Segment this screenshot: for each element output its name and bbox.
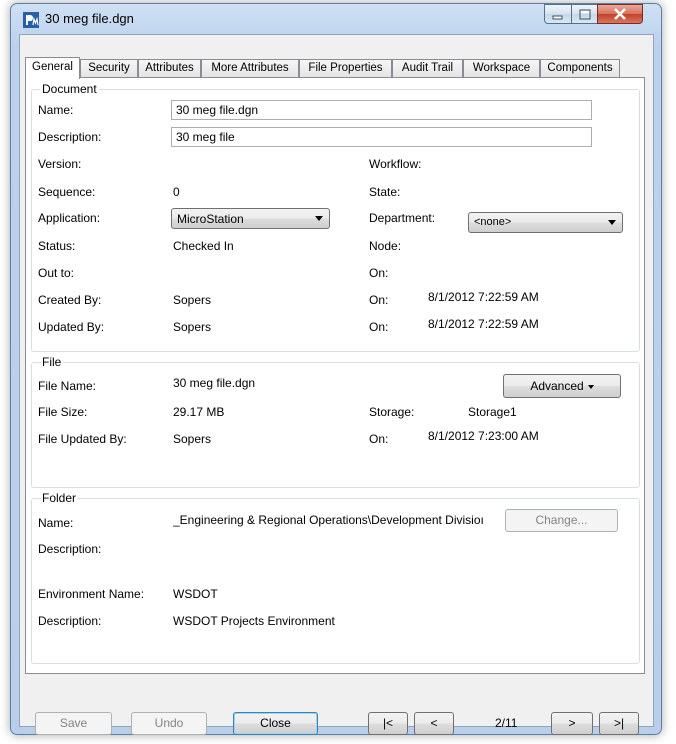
department-value: <none> <box>474 216 512 228</box>
maximize-button[interactable] <box>571 4 598 24</box>
tab-components[interactable]: Components <box>540 59 620 78</box>
tab-attributes[interactable]: Attributes <box>138 59 201 78</box>
window-title: 30 meg file.dgn <box>45 11 134 26</box>
advanced-button[interactable]: Advanced <box>503 374 621 398</box>
file-legend: File <box>40 355 64 369</box>
updated-by-label: Updated By: <box>38 320 105 334</box>
folder-legend: Folder <box>40 491 79 505</box>
environment-name-value: WSDOT <box>173 587 218 601</box>
folder-description-label: Description: <box>38 542 102 556</box>
sequence-label: Sequence: <box>38 185 96 199</box>
file-name-label: File Name: <box>38 379 97 393</box>
close-icon <box>614 8 626 20</box>
tab-more-attributes[interactable]: More Attributes <box>201 59 299 78</box>
file-size-label: File Size: <box>38 405 88 419</box>
folder-name-label: Name: <box>38 516 74 530</box>
close-window-button[interactable] <box>597 4 643 24</box>
undo-button[interactable]: Undo <box>131 712 207 735</box>
sequence-value: 0 <box>173 185 180 199</box>
environment-name-label: Environment Name: <box>38 587 145 601</box>
tab-workspace[interactable]: Workspace <box>463 59 540 78</box>
application-value: MicroStation <box>177 212 244 226</box>
previous-record-button[interactable]: < <box>414 712 454 735</box>
state-label: State: <box>369 185 401 199</box>
advanced-button-label: Advanced <box>530 379 584 393</box>
application-dropdown[interactable]: MicroStation <box>171 208 330 229</box>
created-on-label: On: <box>369 293 389 307</box>
updated-on-label: On: <box>369 320 389 334</box>
created-by-value: Sopers <box>173 293 212 307</box>
next-record-button[interactable]: > <box>551 712 593 735</box>
dialog-client: General Security Attributes More Attribu… <box>19 34 654 735</box>
properties-window: 30 meg file.dgn General Security Attribu… <box>10 3 662 735</box>
file-group: File File Name: 30 meg file.dgn Advanced… <box>31 355 640 488</box>
record-position: 2/11 <box>495 716 518 730</box>
document-group: Document Name: 30 meg file.dgn Descripti… <box>31 82 640 352</box>
file-updated-by-value: Sopers <box>173 432 212 446</box>
first-record-button[interactable]: |< <box>368 712 408 735</box>
close-button[interactable]: Close <box>233 712 318 735</box>
name-field[interactable]: 30 meg file.dgn <box>171 100 592 120</box>
tab-file-properties[interactable]: File Properties <box>299 59 392 78</box>
out-to-label: Out to: <box>38 266 75 280</box>
maximize-icon <box>579 9 591 20</box>
environment-description-label: Description: <box>38 614 102 628</box>
folder-group: Folder Name: _Engineering & Regional Ope… <box>31 491 640 664</box>
document-legend: Document <box>40 82 99 96</box>
file-updated-by-label: File Updated By: <box>38 432 127 446</box>
environment-description-value: WSDOT Projects Environment <box>173 614 335 628</box>
description-field[interactable]: 30 meg file <box>171 127 592 147</box>
minimize-icon <box>552 15 563 20</box>
file-name-value: 30 meg file.dgn <box>173 376 256 390</box>
chevron-down-icon <box>315 216 323 221</box>
out-on-label: On: <box>369 266 389 280</box>
tab-general[interactable]: General <box>25 57 80 79</box>
updated-on-value: 8/1/2012 7:22:59 AM <box>428 317 539 331</box>
status-value: Checked In <box>173 239 234 253</box>
application-label: Application: <box>38 211 101 225</box>
description-label: Description: <box>38 130 102 144</box>
chevron-down-icon <box>608 220 616 225</box>
updated-by-value: Sopers <box>173 320 212 334</box>
change-button[interactable]: Change... <box>505 509 618 532</box>
file-updated-on-value: 8/1/2012 7:23:00 AM <box>428 429 539 443</box>
last-record-button[interactable]: >| <box>599 712 639 735</box>
name-label: Name: <box>38 103 74 117</box>
file-updated-on-label: On: <box>369 432 389 446</box>
created-on-value: 8/1/2012 7:22:59 AM <box>428 290 539 304</box>
save-button[interactable]: Save <box>35 712 112 735</box>
dropdown-arrow-icon <box>587 384 594 389</box>
title-bar[interactable]: 30 meg file.dgn <box>11 4 661 34</box>
file-size-value: 29.17 MB <box>173 405 225 419</box>
department-label: Department: <box>369 211 436 225</box>
storage-label: Storage: <box>369 405 415 419</box>
workflow-label: Workflow: <box>369 157 422 171</box>
version-label: Version: <box>38 157 82 171</box>
projectwise-app-icon <box>23 12 39 28</box>
node-label: Node: <box>369 239 402 253</box>
tab-audit-trail[interactable]: Audit Trail <box>392 59 463 78</box>
folder-name-value: _Engineering & Regional Operations\Devel… <box>173 513 484 527</box>
minimize-button[interactable] <box>544 4 572 24</box>
status-label: Status: <box>38 239 76 253</box>
created-by-label: Created By: <box>38 293 102 307</box>
department-dropdown[interactable]: <none> <box>468 212 623 233</box>
storage-value: Storage1 <box>468 405 517 419</box>
tab-security[interactable]: Security <box>80 59 138 78</box>
general-tab-panel: Document Name: 30 meg file.dgn Descripti… <box>25 77 645 674</box>
